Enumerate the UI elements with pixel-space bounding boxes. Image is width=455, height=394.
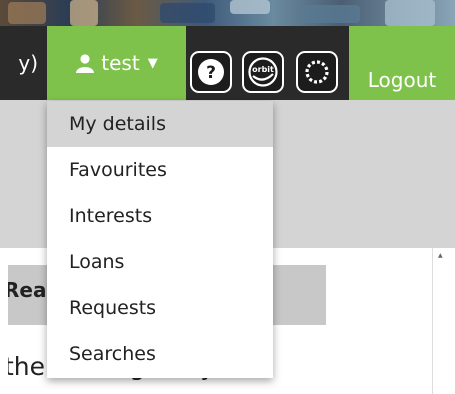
- help-icon-glyph: ?: [206, 63, 216, 83]
- user-dropdown-menu: My details Favourites Interests Loans Re…: [47, 101, 273, 378]
- help-button[interactable]: ?: [190, 51, 232, 93]
- user-menu-button[interactable]: test ▼: [47, 26, 186, 100]
- side-panel-scrollbar[interactable]: ▲: [432, 248, 448, 394]
- scroll-up-icon[interactable]: ▲: [438, 252, 443, 259]
- menu-item-my-details[interactable]: My details: [47, 101, 273, 147]
- ring-icon: [305, 60, 329, 84]
- person-icon: [76, 54, 95, 73]
- menu-item-requests[interactable]: Requests: [47, 285, 273, 331]
- orbit-icon: orbit: [248, 57, 278, 87]
- help-icon: ?: [198, 59, 224, 85]
- user-name: test: [101, 51, 140, 75]
- menu-item-searches[interactable]: Searches: [47, 331, 273, 378]
- menu-item-favourites[interactable]: Favourites: [47, 147, 273, 193]
- panel-title: Rea: [8, 278, 47, 302]
- logout-label: Logout: [367, 68, 437, 92]
- orbit-button[interactable]: orbit: [242, 51, 284, 93]
- logout-button[interactable]: Logout: [349, 26, 455, 100]
- menu-item-loans[interactable]: Loans: [47, 239, 273, 285]
- site-banner: [0, 0, 455, 26]
- chevron-down-icon: ▼: [147, 55, 158, 71]
- orbit-logo-text: orbit: [252, 65, 274, 74]
- menu-item-interests[interactable]: Interests: [47, 193, 273, 239]
- nav-link-fragment-label: y): [18, 51, 38, 75]
- nav-link-fragment[interactable]: y): [0, 26, 46, 100]
- ring-button[interactable]: [296, 51, 338, 93]
